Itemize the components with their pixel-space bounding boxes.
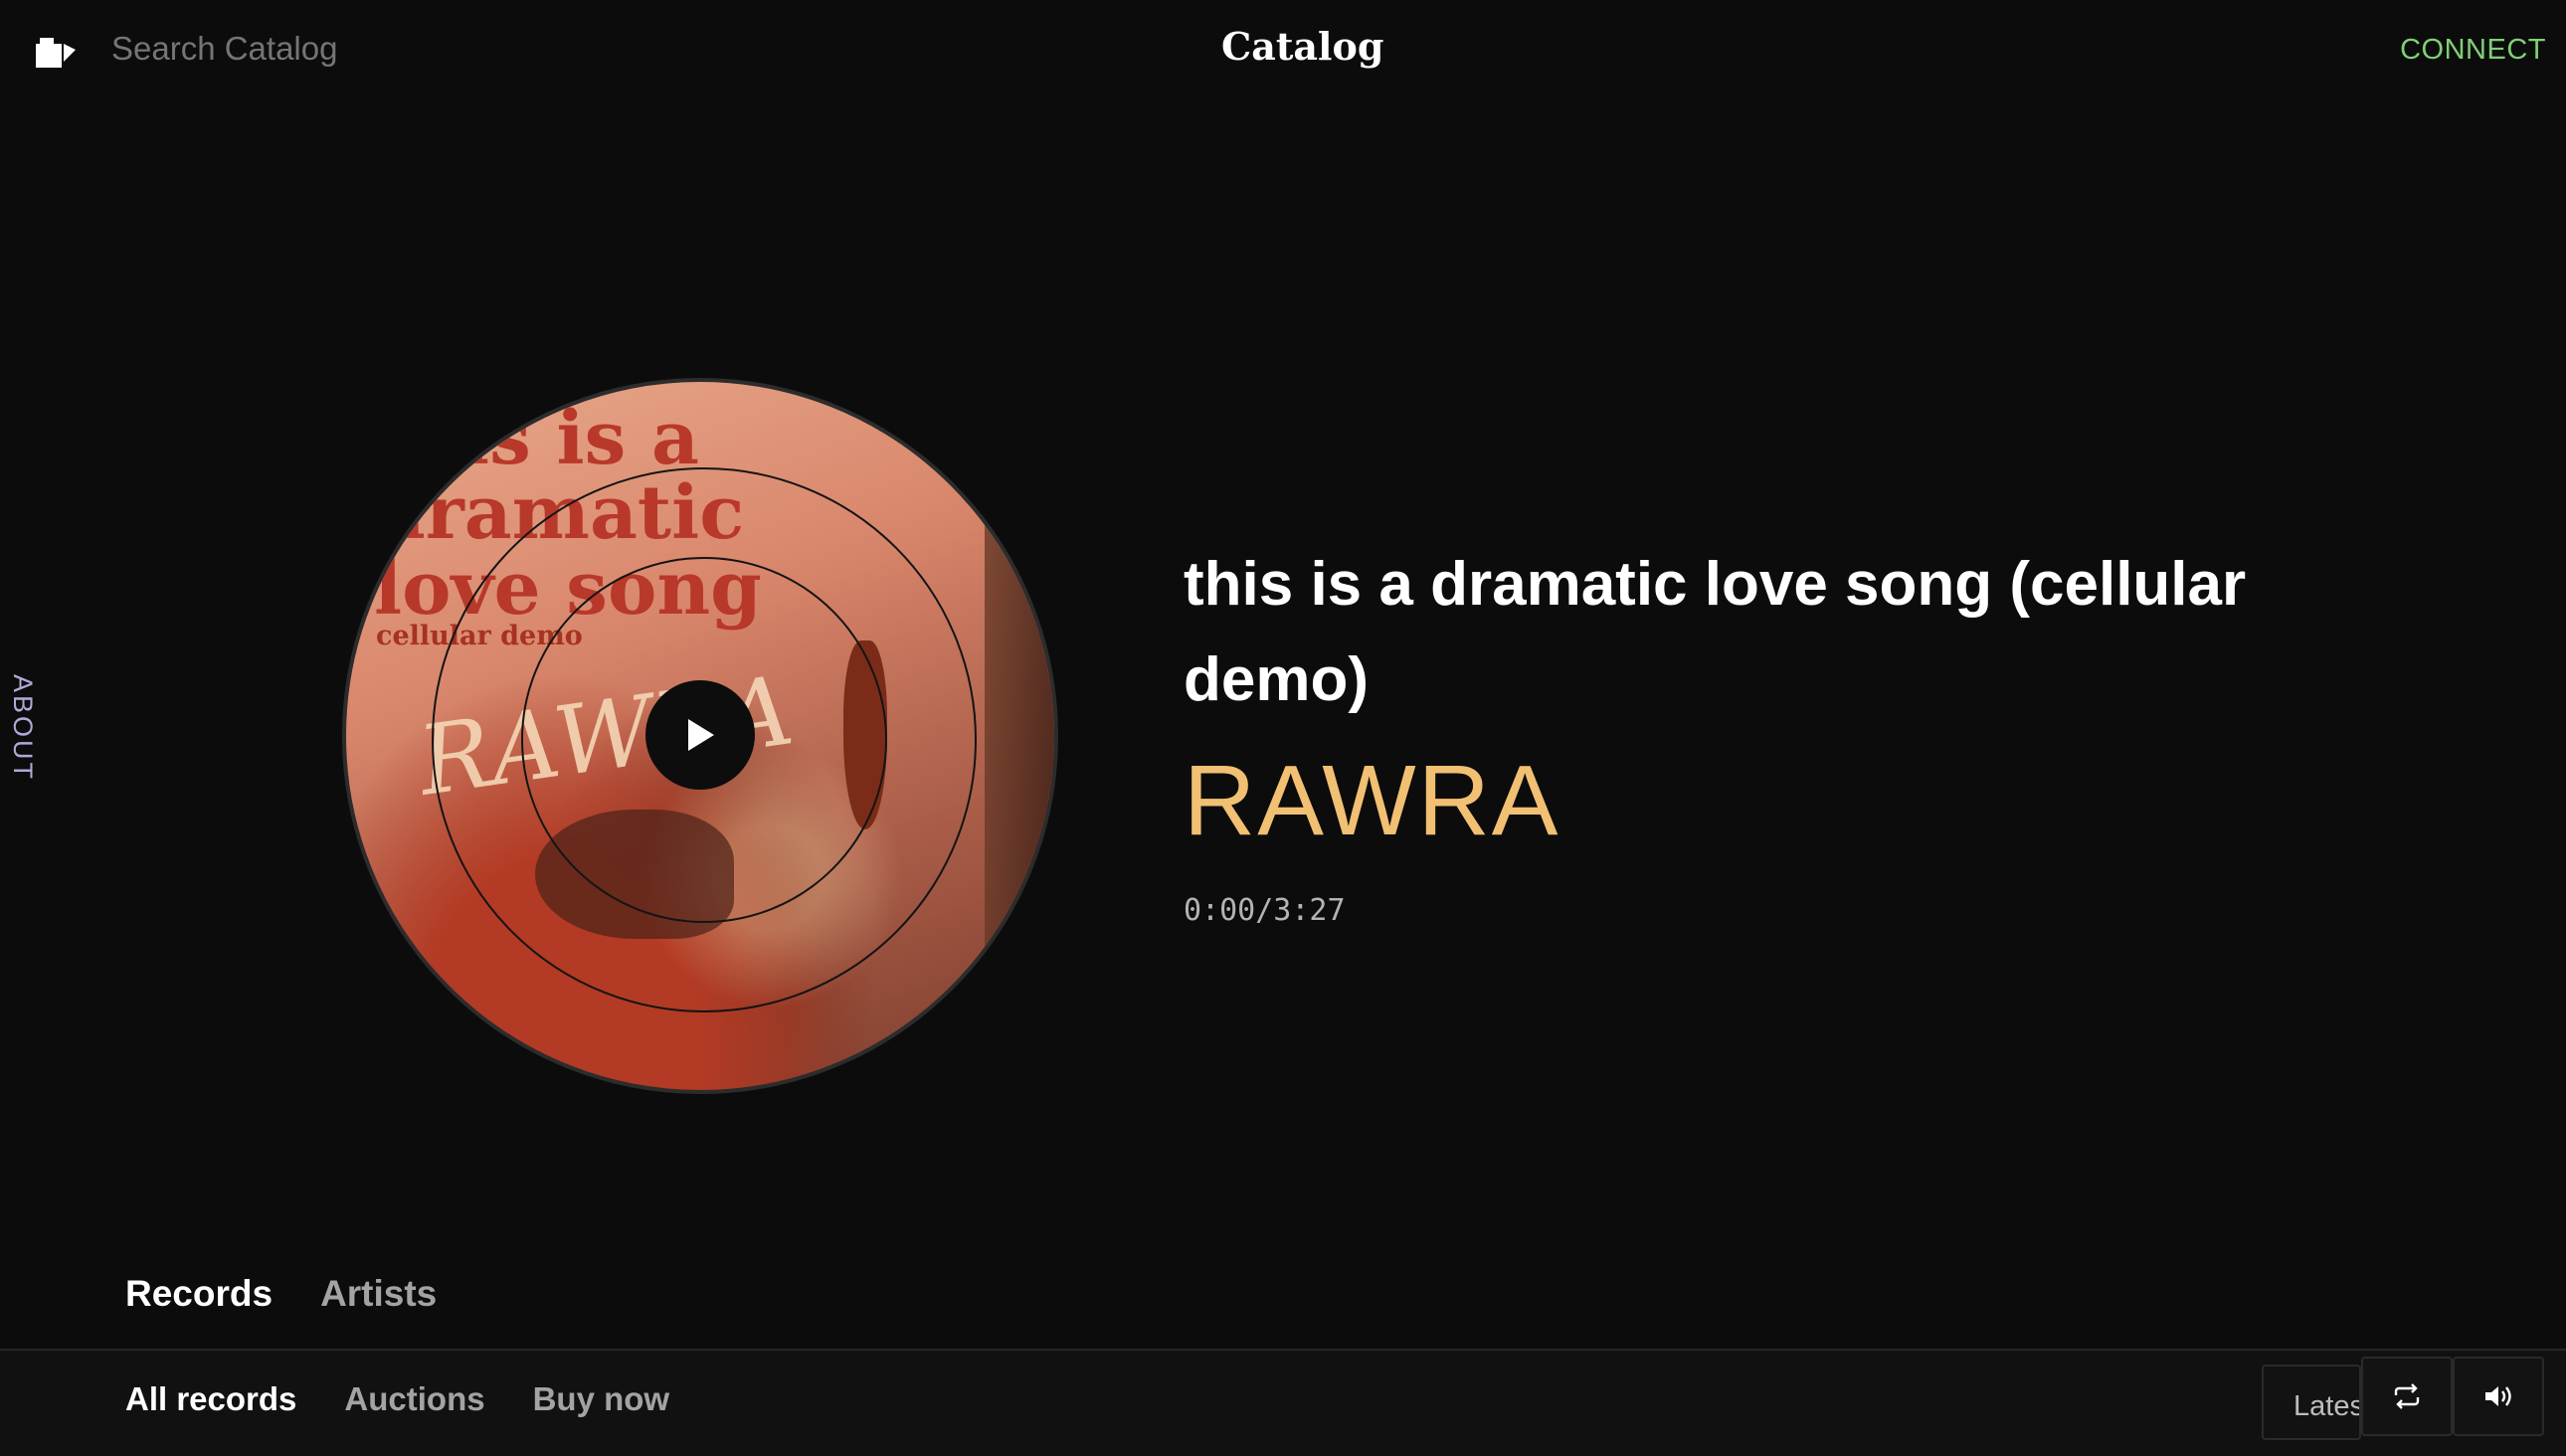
playback-time: 0:00/3:27 [1184, 893, 1346, 928]
about-tab[interactable]: ABOUT [7, 674, 38, 782]
page: Catalog CONNECT ABOUT this is a dramatic… [0, 0, 2566, 1456]
site-title[interactable]: Catalog [1221, 24, 1383, 69]
play-icon [688, 719, 714, 751]
volume-icon [2485, 1386, 2511, 1406]
filter-auctions[interactable]: Auctions [344, 1380, 484, 1418]
artist-name[interactable]: RAWRA [1184, 744, 1560, 858]
record-filters: All records Auctions Buy now [125, 1380, 669, 1418]
connect-button[interactable]: CONNECT [2400, 34, 2546, 67]
section-tabs: Records Artists [125, 1273, 437, 1315]
catalog-logo-icon[interactable] [34, 36, 78, 70]
repeat-button[interactable] [2361, 1357, 2453, 1436]
volume-button[interactable] [2453, 1357, 2544, 1436]
tab-records[interactable]: Records [125, 1273, 273, 1315]
filter-all-records[interactable]: All records [125, 1380, 296, 1418]
play-button[interactable] [645, 680, 755, 790]
filter-buy-now[interactable]: Buy now [533, 1380, 670, 1418]
tab-artists[interactable]: Artists [320, 1273, 437, 1315]
song-title: this is a dramatic love song (cellular d… [1184, 550, 2247, 714]
sort-select[interactable]: Latest [2262, 1365, 2361, 1440]
cover-curtain [985, 461, 1054, 1018]
repeat-icon [2394, 1383, 2420, 1409]
search-input[interactable] [111, 30, 534, 68]
